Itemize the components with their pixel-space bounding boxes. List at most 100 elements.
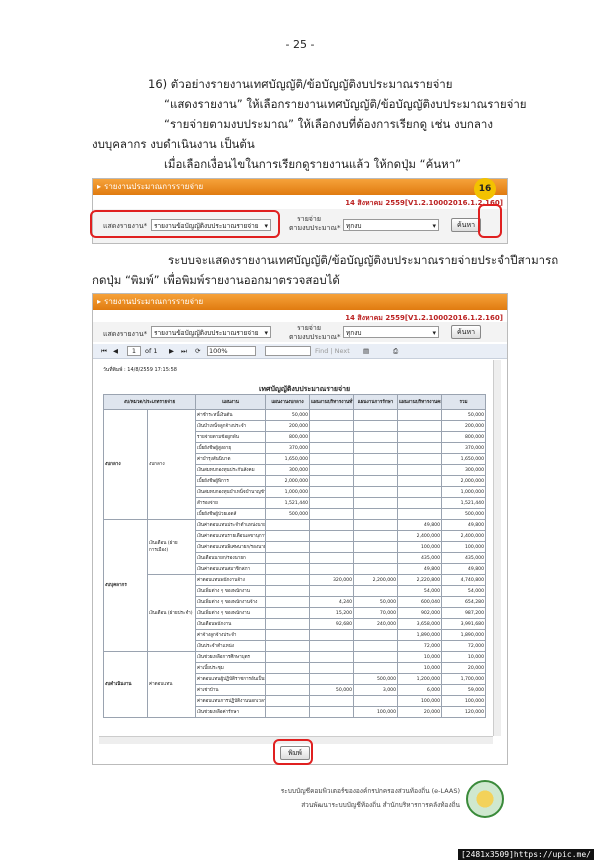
value-cell	[353, 662, 398, 674]
item-cell: เงินเดือนพนักงาน	[195, 618, 266, 630]
value-cell	[265, 552, 310, 564]
find-next-link[interactable]: Find | Next	[315, 347, 350, 355]
value-cell: 500,000	[265, 508, 310, 520]
report-select[interactable]: รายงานข้อบัญญัติงบประมาณรายจ่าย ▾	[151, 326, 271, 338]
step-line3: “รายจ่ายตามงบประมาณ” ให้เลือกงบที่ต้องกา…	[164, 117, 493, 131]
last-page-icon[interactable]: ⏭	[181, 347, 187, 356]
bullet-icon: ▸	[97, 297, 102, 306]
value-cell	[265, 563, 310, 575]
value-cell	[265, 673, 310, 685]
highlight-report-select	[90, 210, 280, 238]
budget-label-2: ตามงบประมาณ*	[289, 333, 341, 341]
value-cell	[397, 464, 442, 476]
item-cell: ค่าจ้างลูกจ้างประจำ	[195, 629, 266, 641]
item-cell: ค่าตอบแทนผู้ปฏิบัติราชการอันเป็นประโยชน์	[195, 673, 266, 685]
search-button[interactable]: ค้นหา	[451, 218, 481, 232]
budget-select[interactable]: ทุกงบ ▾	[343, 219, 439, 231]
step-line5: เมื่อเลือกเงื่อนไขในการเรียกดูรายงานแล้ว…	[164, 157, 462, 171]
department-logo	[466, 780, 504, 818]
value-cell	[309, 453, 354, 465]
value-cell: 50,000	[441, 409, 486, 421]
item-cell: เงินค่าตอบแทนประจำตำแหน่งนายก/รองนายก	[195, 519, 266, 531]
value-cell: 1,521,440	[265, 497, 310, 509]
value-cell	[353, 695, 398, 707]
value-cell: 240,000	[353, 618, 398, 630]
value-cell	[353, 530, 398, 542]
subgroup-cell: เงินเดือน (ฝ่ายประจำ)	[147, 574, 196, 652]
value-cell	[265, 695, 310, 707]
step-line2: “แสดงรายงาน” ให้เลือกรายงานเทศบัญญัติ/ข้…	[164, 97, 527, 111]
value-cell	[353, 585, 398, 597]
value-cell	[397, 431, 442, 443]
value-cell: 987,200	[441, 607, 486, 619]
refresh-icon[interactable]: ⟳	[195, 347, 200, 355]
budget-select[interactable]: ทุกงบ ▾	[343, 326, 439, 338]
prev-page-icon[interactable]: ◀	[113, 347, 118, 355]
value-cell	[265, 684, 310, 696]
filter-panel: แสดงรายงาน* รายงานข้อบัญญัติงบประมาณรายจ…	[93, 322, 507, 342]
value-cell	[309, 651, 354, 663]
vertical-scrollbar[interactable]	[493, 360, 501, 736]
find-input[interactable]	[265, 346, 311, 356]
item-cell: ค่าตอบแทนพนักงานจ้าง	[195, 574, 266, 586]
value-cell	[397, 497, 442, 509]
value-cell	[353, 541, 398, 553]
value-cell	[397, 508, 442, 520]
item-cell: เงินสมทบกองทุนประกันสังคม	[195, 464, 266, 476]
value-cell	[353, 563, 398, 575]
print-icon[interactable]: ⎙	[393, 347, 398, 356]
search-button[interactable]: ค้นหา	[451, 325, 481, 339]
value-cell: 2,000,000	[441, 475, 486, 487]
value-cell	[265, 574, 310, 586]
page-input[interactable]: 1	[127, 346, 141, 356]
screenshot-report-result: ▸ รายงานประมาณการรายจ่าย 14 สิงหาคม 2559[…	[92, 293, 508, 765]
table-row: งบบุคลากร เงินเดือน (ฝ่ายการเมือง) เงินค่า…	[103, 519, 486, 652]
item-cell: เงินช่วยเหลือการศึกษาบุตร	[195, 651, 266, 663]
value-cell	[353, 508, 398, 520]
value-cell	[353, 442, 398, 454]
first-page-icon[interactable]: ⏮	[101, 347, 107, 356]
value-cell	[353, 552, 398, 564]
item-cell: เงินค่าตอบแทนสมาชิกสภา	[195, 563, 266, 575]
bullet-icon: ▸	[97, 182, 102, 191]
table-row: งบดำเนินงาน ค่าตอบแทน เงินช่วยเหลือการศึกษ…	[103, 651, 486, 718]
item-cell: สำรองจ่าย	[195, 497, 266, 509]
budget-label-2: ตามงบประมาณ*	[289, 224, 341, 232]
value-cell	[309, 442, 354, 454]
value-cell: 435,000	[441, 552, 486, 564]
subgroup-cell: เงินเดือน (ฝ่ายการเมือง)	[147, 519, 196, 575]
value-cell: 100,000	[353, 706, 398, 718]
value-cell: 1,890,000	[397, 629, 442, 641]
value-cell	[353, 453, 398, 465]
next-page-icon[interactable]: ▶	[169, 347, 174, 355]
report-header-bar: ▸ รายงานประมาณการรายจ่าย	[93, 294, 507, 310]
value-cell	[265, 541, 310, 553]
item-cell: เงินเพิ่มต่าง ๆ ของพนักงาน	[195, 607, 266, 619]
zoom-select[interactable]: 100%	[207, 346, 256, 356]
value-cell: 800,000	[441, 431, 486, 443]
value-cell	[309, 541, 354, 553]
step-line4: งบบุคลากร งบดำเนินงาน เป็นต้น	[92, 137, 255, 151]
value-cell: 92,680	[309, 618, 354, 630]
value-cell	[397, 409, 442, 421]
value-cell: 3,658,000	[397, 618, 442, 630]
value-cell: 2,220,800	[397, 574, 442, 586]
value-cell: 10,000	[397, 651, 442, 663]
step-badge: 16	[474, 178, 496, 200]
value-cell: 54,000	[397, 585, 442, 597]
item-cell: เงินสมทบกองทุนบำเหน็จบำนาญข้าราชการส่วนท…	[195, 486, 266, 498]
value-cell	[397, 442, 442, 454]
value-cell: 120,000	[441, 706, 486, 718]
value-cell	[265, 651, 310, 663]
value-cell	[309, 464, 354, 476]
chevron-down-icon: ▾	[432, 329, 436, 337]
chevron-down-icon: ▾	[432, 222, 436, 230]
value-cell	[353, 464, 398, 476]
value-cell: 1,700,000	[441, 673, 486, 685]
value-cell: 20,000	[441, 662, 486, 674]
table-header-row: งบ/หมวด/ประเภทรายจ่าย แผนงาน แผนงานงบกลา…	[103, 394, 486, 410]
value-cell: 4,740,800	[441, 574, 486, 586]
export-icon[interactable]: ▤	[363, 347, 369, 355]
value-cell	[397, 420, 442, 432]
value-cell: 200,000	[441, 420, 486, 432]
